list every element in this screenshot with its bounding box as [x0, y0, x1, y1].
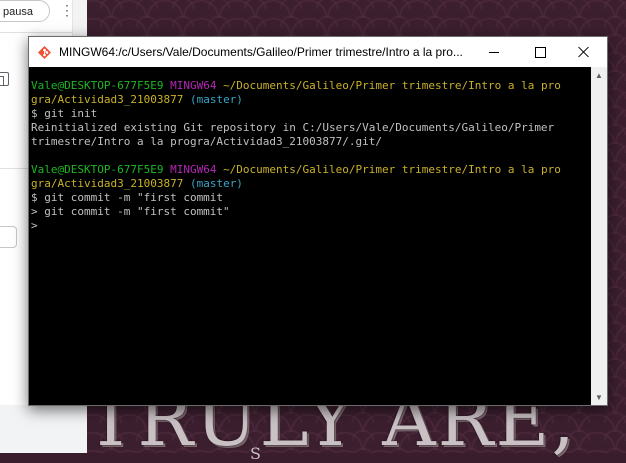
git-icon — [38, 46, 51, 59]
prompt-path-cont: gra/Actividad3_21003877 — [31, 93, 184, 106]
title-bar[interactable]: MINGW64:/c/Users/Vale/Documents/Galileo/… — [29, 37, 607, 67]
window-title: MINGW64:/c/Users/Vale/Documents/Galileo/… — [59, 45, 463, 59]
vertical-scrollbar[interactable]: ▲ ▼ — [591, 67, 607, 405]
command-line: $ git commit -m "first commit — [31, 191, 224, 204]
prompt-branch: (master) — [189, 93, 243, 106]
close-icon — [578, 46, 590, 58]
prompt-path: ~/Documents/Galileo/Primer trimestre/Int… — [223, 163, 561, 176]
close-button[interactable] — [561, 37, 607, 67]
continuation-line: > git commit -m "first commit" — [31, 205, 230, 218]
prompt-line: gra/Actividad3_21003877 (master) — [31, 93, 591, 107]
prompt-path: ~/Documents/Galileo/Primer trimestre/Int… — [223, 79, 561, 92]
wallpaper-subline: S — [250, 444, 267, 463]
git-bash-window: MINGW64:/c/Users/Vale/Documents/Galileo/… — [28, 36, 608, 406]
prompt-line: gra/Actividad3_21003877 (master) — [31, 177, 591, 191]
pause-chip[interactable]: pausa — [0, 0, 50, 22]
divider — [0, 32, 72, 33]
scroll-down-icon[interactable]: ▼ — [591, 389, 607, 405]
output-line: trimestre/Intro a la progra/Actividad3_2… — [31, 135, 382, 148]
output-line: Reinitialized existing Git repository in… — [31, 121, 555, 134]
input-prompt-line[interactable]: > — [31, 219, 591, 233]
browser-footer — [0, 405, 86, 453]
prompt-line: Vale@DESKTOP-677F5E9 MINGW64 ~/Documents… — [31, 163, 591, 177]
prompt-branch: (master) — [189, 177, 243, 190]
prompt-user-host: Vale@DESKTOP-677F5E9 — [31, 79, 164, 92]
scroll-up-icon[interactable]: ▲ — [591, 67, 607, 83]
prompt-line: Vale@DESKTOP-677F5E9 MINGW64 ~/Documents… — [31, 79, 591, 93]
prompt-system: MINGW64 — [170, 79, 217, 92]
minimize-button[interactable] — [471, 37, 517, 67]
terminal-output[interactable]: Vale@DESKTOP-677F5E9 MINGW64 ~/Documents… — [29, 67, 591, 405]
prompt-path-cont: gra/Actividad3_21003877 — [31, 177, 184, 190]
side-button[interactable] — [0, 226, 17, 248]
maximize-icon — [534, 46, 546, 58]
maximize-button[interactable] — [517, 37, 563, 67]
prompt-system: MINGW64 — [170, 163, 217, 176]
minimize-icon — [489, 51, 499, 53]
command-line: $ git init — [31, 107, 98, 120]
copy-icon[interactable] — [0, 72, 9, 86]
prompt-user-host: Vale@DESKTOP-677F5E9 — [31, 163, 164, 176]
